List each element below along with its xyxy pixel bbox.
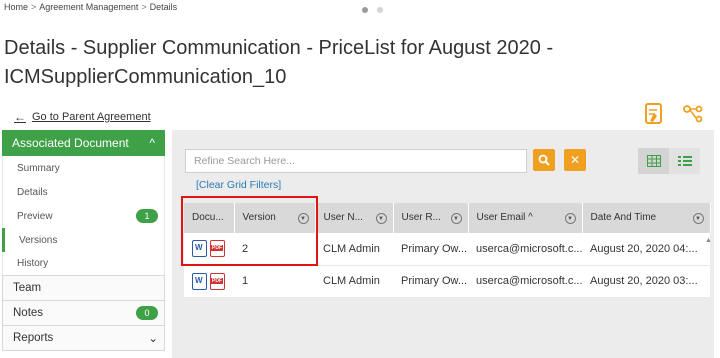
grid-icon [646,155,661,167]
go-to-parent-agreement-link[interactable]: ← Go to Parent Agreement [14,110,151,124]
breadcrumb-details: Details [149,2,178,12]
clear-grid-filters-link[interactable]: [Clear Grid Filters] [196,179,281,191]
sidebar-item-reports[interactable]: Reports ⌄ [2,326,165,351]
list-icon [677,156,692,166]
parent-link-label: Go to Parent Agreement [32,111,151,123]
table-row[interactable]: 2 CLM Admin Primary Ow... userca@microso… [184,233,710,266]
versions-panel: Refine Search Here... ✕ [Clear Grid Filt… [172,130,714,358]
sidebar: Associated Document ^ Summary Details Pr… [2,130,165,351]
breadcrumb: Home > Agreement Management > Details [4,2,178,12]
user-role-cell: Primary Ow... [393,233,468,266]
column-header-user-email[interactable]: User Email ^ ▼ [468,203,583,233]
clear-search-button[interactable]: ✕ [564,149,586,171]
pdf-file-icon[interactable] [210,240,225,258]
carousel-dots [362,7,383,13]
table-row[interactable]: 1 CLM Admin Primary Ow... userca@microso… [184,265,710,298]
version-cell: 2 [234,233,315,266]
column-header-date-and-time[interactable]: Date And Time ▼ [582,203,711,233]
user-name-cell: CLM Admin [315,265,393,298]
back-arrow-icon: ← [14,110,26,124]
filter-icon[interactable]: ▼ [375,213,387,224]
column-header-version[interactable]: Version ▼ [234,203,316,233]
list-view-button[interactable] [669,148,700,174]
filter-icon[interactable]: ▼ [450,213,462,224]
date-time-cell: August 20, 2020 03:... [582,265,710,298]
notes-count-badge: 0 [136,306,158,320]
refine-search-input[interactable]: Refine Search Here... [185,149,527,173]
sidebar-item-notes[interactable]: Notes 0 [2,301,165,326]
sidebar-item-summary[interactable]: Summary [2,156,165,180]
preview-count-badge: 1 [136,209,158,223]
filter-icon[interactable]: ▼ [297,213,309,224]
versions-grid: Docu... Version ▼ User N... ▼ User R... ▼ U… [184,203,711,298]
carousel-dot-2[interactable] [377,7,383,13]
filter-icon[interactable]: ▼ [564,213,576,224]
chevron-down-icon: ⌄ [148,333,158,345]
close-icon: ✕ [569,153,581,167]
sidebar-item-versions[interactable]: Versions [2,228,165,252]
sidebar-item-team[interactable]: Team [2,276,165,301]
search-button[interactable] [533,149,555,171]
date-time-cell: August 20, 2020 04:... [582,233,710,266]
pdf-file-icon[interactable] [210,272,225,290]
user-role-cell: Primary Ow... [393,265,468,298]
sidebar-item-history[interactable]: History [2,252,165,276]
sidebar-section-label: Associated Document [12,136,129,150]
sidebar-item-details[interactable]: Details [2,180,165,204]
breadcrumb-home[interactable]: Home [4,2,28,12]
word-file-icon[interactable] [192,240,207,258]
scroll-up-arrow-icon[interactable]: ▲ [705,237,712,244]
hierarchy-icon[interactable] [679,102,707,126]
document-sign-icon[interactable] [640,102,668,126]
document-cell [184,233,234,266]
version-cell: 1 [234,265,315,298]
user-email-cell: userca@microsoft.c... [468,233,582,266]
carousel-dot-1[interactable] [362,7,368,13]
breadcrumb-agreement-management[interactable]: Agreement Management [39,2,138,12]
document-cell [184,265,234,298]
word-file-icon[interactable] [192,272,207,290]
grid-header-row: Docu... Version ▼ User N... ▼ User R... ▼ U… [184,203,711,233]
chevron-up-icon: ^ [149,136,155,150]
column-header-document[interactable]: Docu... [184,203,235,233]
sidebar-item-preview[interactable]: Preview 1 [2,204,165,228]
filter-icon[interactable]: ▼ [692,213,704,224]
page-title: Details - Supplier Communication - Price… [4,37,554,88]
user-email-cell: userca@microsoft.c... [468,265,582,298]
search-icon [538,154,550,166]
column-header-user-role[interactable]: User R... ▼ [393,203,469,233]
view-toggle [638,148,700,174]
grid-view-button[interactable] [638,148,669,174]
sidebar-section-associated-document[interactable]: Associated Document ^ [2,130,165,156]
user-name-cell: CLM Admin [315,233,393,266]
column-header-user-name[interactable]: User N... ▼ [315,203,394,233]
